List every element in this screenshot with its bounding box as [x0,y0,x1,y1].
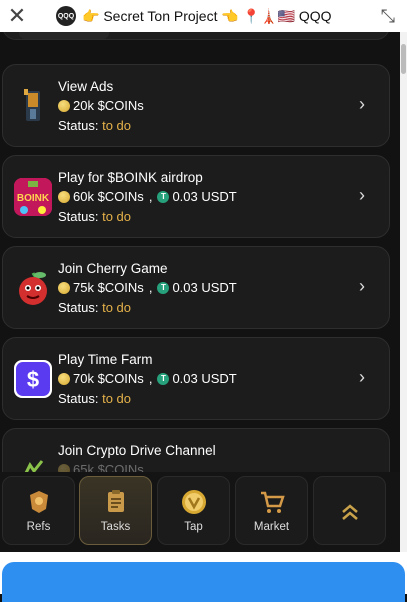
task-title: Join Cherry Game [58,261,168,276]
close-icon[interactable]: ✕ [0,3,34,29]
scrollbar[interactable] [400,32,407,552]
task-title: Play Time Farm [58,352,153,367]
reward-coins: 60k $COINs [73,189,144,204]
reward-usdt: 0.03 USDT [172,189,237,204]
time-farm-icon: $ [14,360,52,398]
task-reward: 70k $COINs , T 0.03 USDT [58,371,237,386]
reward-separator: , [148,189,153,204]
coin-icon [58,99,70,112]
reward-separator: , [148,280,153,295]
reward-coins: 65k $COINs [73,462,144,472]
task-list: View Ads 20k $COINs Status: to do › BOIN… [0,32,400,472]
scrollbar-thumb[interactable] [401,44,406,74]
coin-icon [58,463,70,472]
tasks-icon [107,490,124,512]
status-label: Status: [58,118,99,133]
nav-tasks[interactable]: Tasks [79,476,152,545]
reward-coins: 70k $COINs [73,371,144,386]
previous-card-tab [19,32,109,39]
reward-usdt: 0.03 USDT [172,280,237,295]
task-card-view-ads[interactable]: View Ads 20k $COINs Status: to do › [2,64,390,147]
task-status: Status: to do [58,209,131,224]
reward-coins: 75k $COINs [73,280,144,295]
crypto-drive-icon [14,451,52,472]
nav-label: Tasks [100,521,131,533]
nav-tap[interactable]: Tap [157,476,230,545]
task-title: Play for $BOINK airdrop [58,170,203,185]
status-value: to do [102,209,132,224]
task-card-time-farm[interactable]: $ Play Time Farm 70k $COINs , T 0.03 USD… [2,337,390,420]
usdt-icon: T [157,190,170,203]
chevron-right-icon: › [359,367,365,387]
nav-more[interactable] [313,476,386,545]
collapse-icon[interactable]: ⤡ [381,6,395,27]
coin-icon [58,190,70,203]
task-card-crypto-drive[interactable]: Join Crypto Drive Channel 65k $COINs [2,428,390,472]
task-reward: 20k $COINs [58,98,144,113]
usdt-icon: T [157,281,170,294]
previous-card-fragment [2,32,390,40]
usdt-icon: T [157,372,170,385]
coin-icon [58,372,70,385]
cart-icon [260,491,285,513]
task-status: Status: to do [58,391,131,406]
nav-label: Refs [26,521,51,533]
status-label: Status: [58,300,99,315]
chevron-right-icon: › [359,94,365,114]
chevron-right-icon: › [359,185,365,205]
chevron-up-double-icon [341,504,358,520]
tap-coin-icon [181,490,206,514]
svg-text:$: $ [27,367,39,392]
nav-label: Tap [184,521,203,533]
bot-title: 👉 Secret Ton Project 👈 📍🗼🇺🇸 QQQ [82,7,332,24]
boinkers-icon: BOINK [14,178,52,216]
nav-market[interactable]: Market [235,476,308,545]
task-reward: 75k $COINs , T 0.03 USDT [58,280,237,295]
nav-label: Market [253,521,290,533]
task-status: Status: to do [58,118,131,133]
ads-icon [14,87,52,125]
telegram-header: ✕ QQQ 👉 Secret Ton Project 👈 📍🗼🇺🇸 QQQ ⤡ [0,0,407,32]
task-reward: 65k $COINs [58,462,144,472]
cherry-icon [14,269,52,307]
refs-icon [29,491,48,513]
chevron-right-icon: › [359,276,365,296]
svg-text:BOINK: BOINK [17,193,50,204]
status-value: to do [102,300,132,315]
status-label: Status: [58,391,99,406]
status-label: Status: [58,209,99,224]
task-status: Status: to do [58,300,131,315]
task-reward: 60k $COINs , T 0.03 USDT [58,189,237,204]
status-value: to do [102,118,132,133]
coin-icon [58,281,70,294]
bot-avatar: QQQ [56,6,76,26]
reward-separator: , [148,371,153,386]
status-value: to do [102,391,132,406]
task-title: View Ads [58,79,114,94]
reward-usdt: 0.03 USDT [172,371,237,386]
task-card-boink[interactable]: BOINK Play for $BOINK airdrop 60k $COINs… [2,155,390,238]
bottom-navigation: Refs Tasks Tap Market [0,472,400,552]
task-card-cherry[interactable]: Join Cherry Game 75k $COINs , T 0.03 USD… [2,246,390,329]
task-title: Join Crypto Drive Channel [58,443,216,458]
main-button[interactable] [2,562,405,602]
reward-coins: 20k $COINs [73,98,144,113]
nav-refs[interactable]: Refs [2,476,75,545]
